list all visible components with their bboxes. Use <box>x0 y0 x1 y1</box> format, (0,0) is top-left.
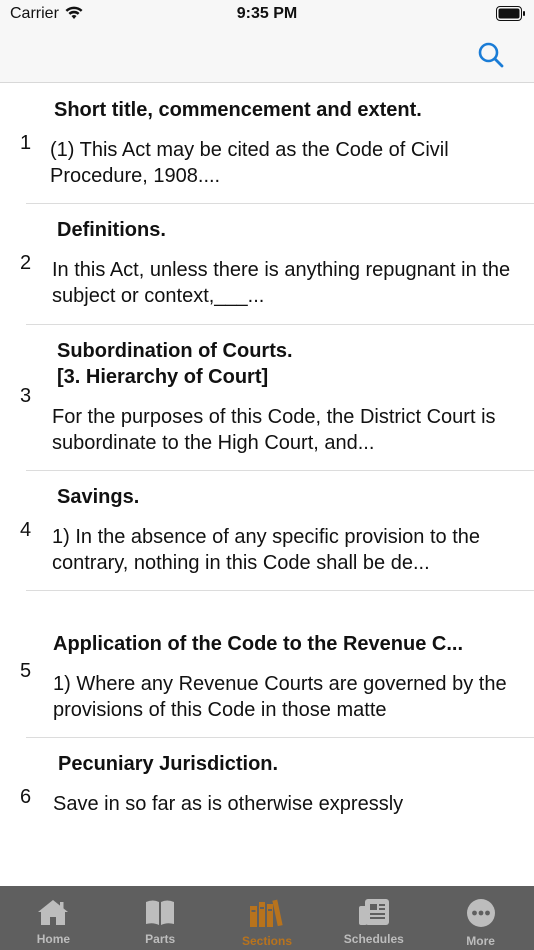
section-excerpt: (1) This Act may be cited as the Code of… <box>50 139 449 187</box>
section-title: Definitions. <box>57 219 166 241</box>
search-button[interactable] <box>474 40 508 74</box>
navigation-bar <box>0 28 534 83</box>
tab-schedules[interactable]: Schedules <box>320 886 427 950</box>
section-excerpt: 1) Where any Revenue Courts are governed… <box>53 673 507 721</box>
section-number: 4 <box>20 519 32 541</box>
section-number: 6 <box>20 786 32 808</box>
newspaper-icon <box>357 898 391 926</box>
section-row[interactable]: Savings. 4 1) In the absence of any spec… <box>0 471 534 590</box>
tab-parts[interactable]: Parts <box>107 886 214 950</box>
section-row[interactable]: Short title, commencement and extent. 1 … <box>0 84 534 203</box>
tab-label: Home <box>36 932 71 946</box>
tab-label: Schedules <box>343 932 404 946</box>
ellipsis-circle-icon <box>466 898 496 928</box>
section-title: Pecuniary Jurisdiction. <box>58 753 279 775</box>
section-title: Savings. <box>57 486 140 508</box>
tab-label: Parts <box>145 932 176 946</box>
section-number: 1 <box>20 132 32 154</box>
section-number: 5 <box>20 660 32 682</box>
tab-more[interactable]: More <box>427 886 534 950</box>
books-icon <box>248 898 286 928</box>
tab-label: Sections <box>241 934 292 948</box>
section-row[interactable]: Definitions. 2 In this Act, unless there… <box>0 204 534 323</box>
battery-icon <box>496 6 526 26</box>
section-row[interactable]: Pecuniary Jurisdiction. 6 Save in so far… <box>0 738 534 822</box>
section-excerpt: Save in so far as is otherwise expressly <box>53 793 404 815</box>
house-icon <box>36 898 70 926</box>
section-excerpt: In this Act, unless there is anything re… <box>52 259 511 307</box>
section-row[interactable]: Subordination of Courts. [3. Hierarchy o… <box>0 325 534 470</box>
tab-label: More <box>466 934 495 948</box>
section-row[interactable]: Application of the Code to the Revenue C… <box>0 591 534 737</box>
section-title: Short title, commencement and extent. <box>54 99 422 121</box>
tab-bar: Home Parts Sections Schedules More <box>0 886 534 950</box>
section-excerpt: 1) In the absence of any specific provis… <box>52 526 481 574</box>
status-bar: Carrier 9:35 PM <box>0 0 534 28</box>
book-icon <box>143 898 177 926</box>
section-excerpt: For the purposes of this Code, the Distr… <box>52 406 496 454</box>
tab-sections[interactable]: Sections <box>214 886 321 950</box>
section-number: 2 <box>20 252 32 274</box>
search-icon <box>477 41 505 74</box>
tab-home[interactable]: Home <box>0 886 107 950</box>
section-number: 3 <box>20 385 32 407</box>
section-title: Application of the Code to the Revenue C… <box>53 633 464 655</box>
sections-list[interactable]: Short title, commencement and extent. 1 … <box>0 84 534 822</box>
clock-label: 9:35 PM <box>236 5 298 22</box>
section-title: Subordination of Courts. [3. Hierarchy o… <box>57 340 293 388</box>
